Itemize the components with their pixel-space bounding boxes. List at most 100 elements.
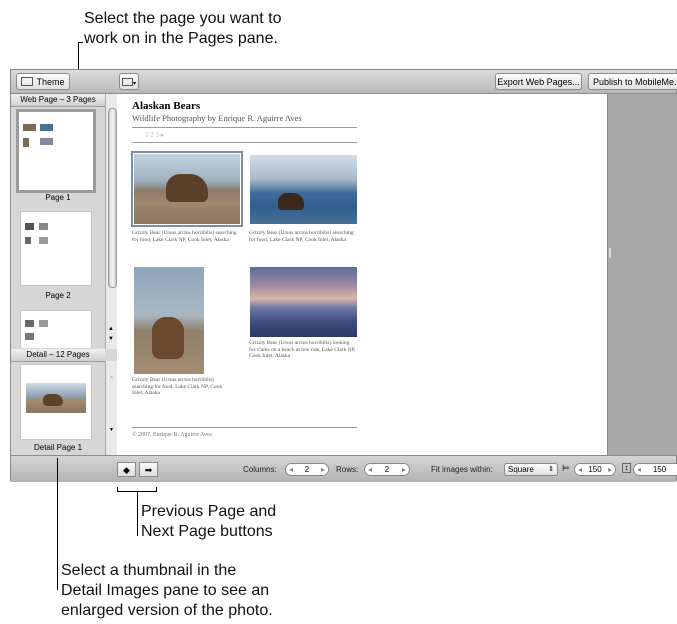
height-value: 150 bbox=[652, 465, 667, 474]
scroll-up-arrow-icon[interactable]: ▲ bbox=[109, 374, 114, 380]
photo-beach-4[interactable] bbox=[250, 267, 357, 337]
image-view-icon bbox=[121, 78, 133, 86]
columns-label: Columns: bbox=[243, 465, 277, 474]
rows-label: Rows: bbox=[336, 465, 359, 474]
columns-value: 2 bbox=[304, 465, 310, 474]
pages-scroll-thumb[interactable] bbox=[108, 108, 117, 288]
page-thumbnail-3[interactable] bbox=[20, 310, 92, 348]
thumb-bear bbox=[43, 394, 63, 406]
page-footer: © 2007, Enrique R. Aguirre Aves bbox=[132, 432, 212, 438]
thumb-photo bbox=[25, 320, 34, 327]
scroll-down-arrow-icon[interactable]: ▼ bbox=[108, 336, 114, 342]
bear-shape bbox=[278, 193, 304, 210]
columns-stepper[interactable]: ◂ 2 ▸ bbox=[285, 463, 329, 476]
increment-icon[interactable]: ▸ bbox=[608, 464, 612, 476]
increment-icon[interactable]: ▸ bbox=[402, 464, 406, 476]
top-toolbar: Theme ▾ Export Web Pages... Publish to M… bbox=[11, 70, 677, 94]
thumb-photo bbox=[40, 138, 53, 145]
select-arrows-icon: ⇕ bbox=[548, 466, 554, 473]
footer-divider bbox=[132, 427, 357, 428]
callout-nav-buttons: Previous Page and Next Page buttons bbox=[141, 502, 276, 542]
callout-nav-line2: Next Page buttons bbox=[141, 523, 273, 540]
theme-button-label: Theme bbox=[36, 77, 65, 87]
callout-detail-pointer bbox=[57, 458, 58, 590]
callout-detail-line3: enlarged version of the photo. bbox=[61, 602, 273, 619]
page-thumbnail-2[interactable] bbox=[20, 211, 92, 286]
scroll-up-arrow-icon[interactable]: ▲ bbox=[108, 326, 114, 332]
theme-icon bbox=[21, 77, 34, 86]
thumb-photo bbox=[23, 138, 29, 147]
callout-pages-line1: Select the page you want to bbox=[84, 10, 282, 27]
sidebar: Web Page – 3 Pages Page 1 Page 2 ▲ ▼ Det… bbox=[11, 94, 118, 455]
callout-pages-line2: work on in the Pages pane. bbox=[84, 30, 278, 47]
decrement-icon[interactable]: ◂ bbox=[289, 464, 293, 476]
callout-nav-line1: Previous Page and bbox=[141, 503, 277, 520]
callout-pages-pane: Select the page you want to work on in t… bbox=[84, 9, 281, 49]
page-thumbnail-label-1: Page 1 bbox=[45, 193, 71, 202]
photo-caption-3: Grizzly Bear (Ursus arctos horribilis) s… bbox=[132, 377, 223, 396]
bottom-toolbar: ◆ ➡ Columns: ◂ 2 ▸ Rows: ◂ 2 ▸ Fit image… bbox=[11, 455, 677, 482]
view-options-button[interactable]: ▾ bbox=[119, 73, 139, 90]
detail-thumbnail-1[interactable] bbox=[20, 364, 92, 440]
width-stepper[interactable]: ◂ 150 ▸ bbox=[574, 463, 616, 476]
decrement-icon[interactable]: ◂ bbox=[637, 464, 641, 476]
arrow-right-icon: ➡ bbox=[144, 465, 153, 475]
page-title: Alaskan Bears bbox=[132, 100, 201, 112]
publish-mobileme-button[interactable]: Publish to MobileMe... bbox=[588, 73, 677, 90]
thumb-photo bbox=[39, 237, 48, 244]
next-page-button[interactable]: ➡ bbox=[139, 462, 158, 477]
resize-handle[interactable] bbox=[609, 248, 611, 258]
photo-caption-2: Grizzly Bear (Ursus arctos horribilis) s… bbox=[249, 230, 354, 243]
bear-shape bbox=[166, 174, 208, 202]
callout-detail-line1: Select a thumbnail in the bbox=[61, 562, 237, 579]
thumb-photo bbox=[23, 124, 36, 131]
photo-bear-3[interactable] bbox=[134, 267, 204, 374]
photo-caption-1: Grizzly Bear (Ursus arctos horribilis) s… bbox=[132, 230, 237, 243]
pages-pane-header: Web Page – 3 Pages bbox=[11, 94, 105, 107]
thumb-photo bbox=[39, 223, 48, 230]
rows-value: 2 bbox=[384, 465, 390, 474]
page-subtitle: Wildlife Photography by Enrique R. Aguir… bbox=[132, 113, 302, 123]
web-page-preview: Alaskan Bears Wildlife Photography by En… bbox=[117, 94, 607, 455]
thumb-photo bbox=[39, 320, 48, 327]
chevron-down-icon: ▾ bbox=[132, 81, 136, 87]
callout-detail-pane: Select a thumbnail in the Detail Images … bbox=[61, 561, 273, 621]
iphoto-web-gallery-window: Theme ▾ Export Web Pages... Publish to M… bbox=[10, 69, 677, 482]
export-web-pages-button[interactable]: Export Web Pages... bbox=[495, 73, 582, 90]
height-stepper[interactable]: ◂ 150 bbox=[633, 463, 677, 476]
header-divider bbox=[132, 127, 357, 128]
fit-images-select[interactable]: Square ⇕ bbox=[504, 463, 558, 476]
callout-detail-line2: Detail Images pane to see an bbox=[61, 582, 270, 599]
photo-caption-4: Grizzly Bear (Ursus arctos horribilis) l… bbox=[249, 340, 356, 359]
photo-bear-1[interactable] bbox=[134, 154, 240, 224]
increment-icon[interactable]: ▸ bbox=[321, 464, 325, 476]
fit-images-value: Square bbox=[508, 465, 534, 474]
thumb-photo bbox=[25, 237, 31, 244]
nav-divider bbox=[132, 142, 357, 143]
bear-shape bbox=[152, 317, 184, 359]
photo-bear-2[interactable] bbox=[250, 155, 357, 224]
page-thumbnail-1[interactable] bbox=[16, 109, 96, 193]
fit-images-label: Fit images within: bbox=[431, 465, 493, 474]
height-icon: ↕ bbox=[622, 463, 631, 473]
width-icon: ⊨ bbox=[562, 463, 570, 473]
detail-thumbnail-label-1: Detail Page 1 bbox=[33, 443, 83, 452]
decrement-icon[interactable]: ◂ bbox=[578, 464, 582, 476]
thumb-photo bbox=[25, 333, 34, 340]
detail-pane-header: Detail – 12 Pages bbox=[11, 349, 105, 362]
callout-nav-bracket-right bbox=[156, 487, 157, 492]
canvas-gutter bbox=[607, 94, 677, 455]
theme-button[interactable]: Theme bbox=[16, 73, 70, 90]
arrow-left-icon: ◆ bbox=[123, 465, 130, 475]
thumb-photo bbox=[25, 223, 34, 230]
callout-pages-pointer-top bbox=[78, 42, 83, 43]
decrement-icon[interactable]: ◂ bbox=[368, 464, 372, 476]
width-value: 150 bbox=[588, 465, 602, 474]
scroll-down-arrow-icon[interactable]: ▼ bbox=[109, 427, 114, 433]
callout-nav-pointer bbox=[137, 491, 138, 536]
previous-page-button[interactable]: ◆ bbox=[117, 462, 136, 477]
page-navigation[interactable]: 1 2 3 ▸ bbox=[145, 131, 164, 139]
thumb-photo bbox=[40, 124, 53, 131]
page-thumbnail-label-2: Page 2 bbox=[45, 291, 71, 300]
rows-stepper[interactable]: ◂ 2 ▸ bbox=[364, 463, 410, 476]
